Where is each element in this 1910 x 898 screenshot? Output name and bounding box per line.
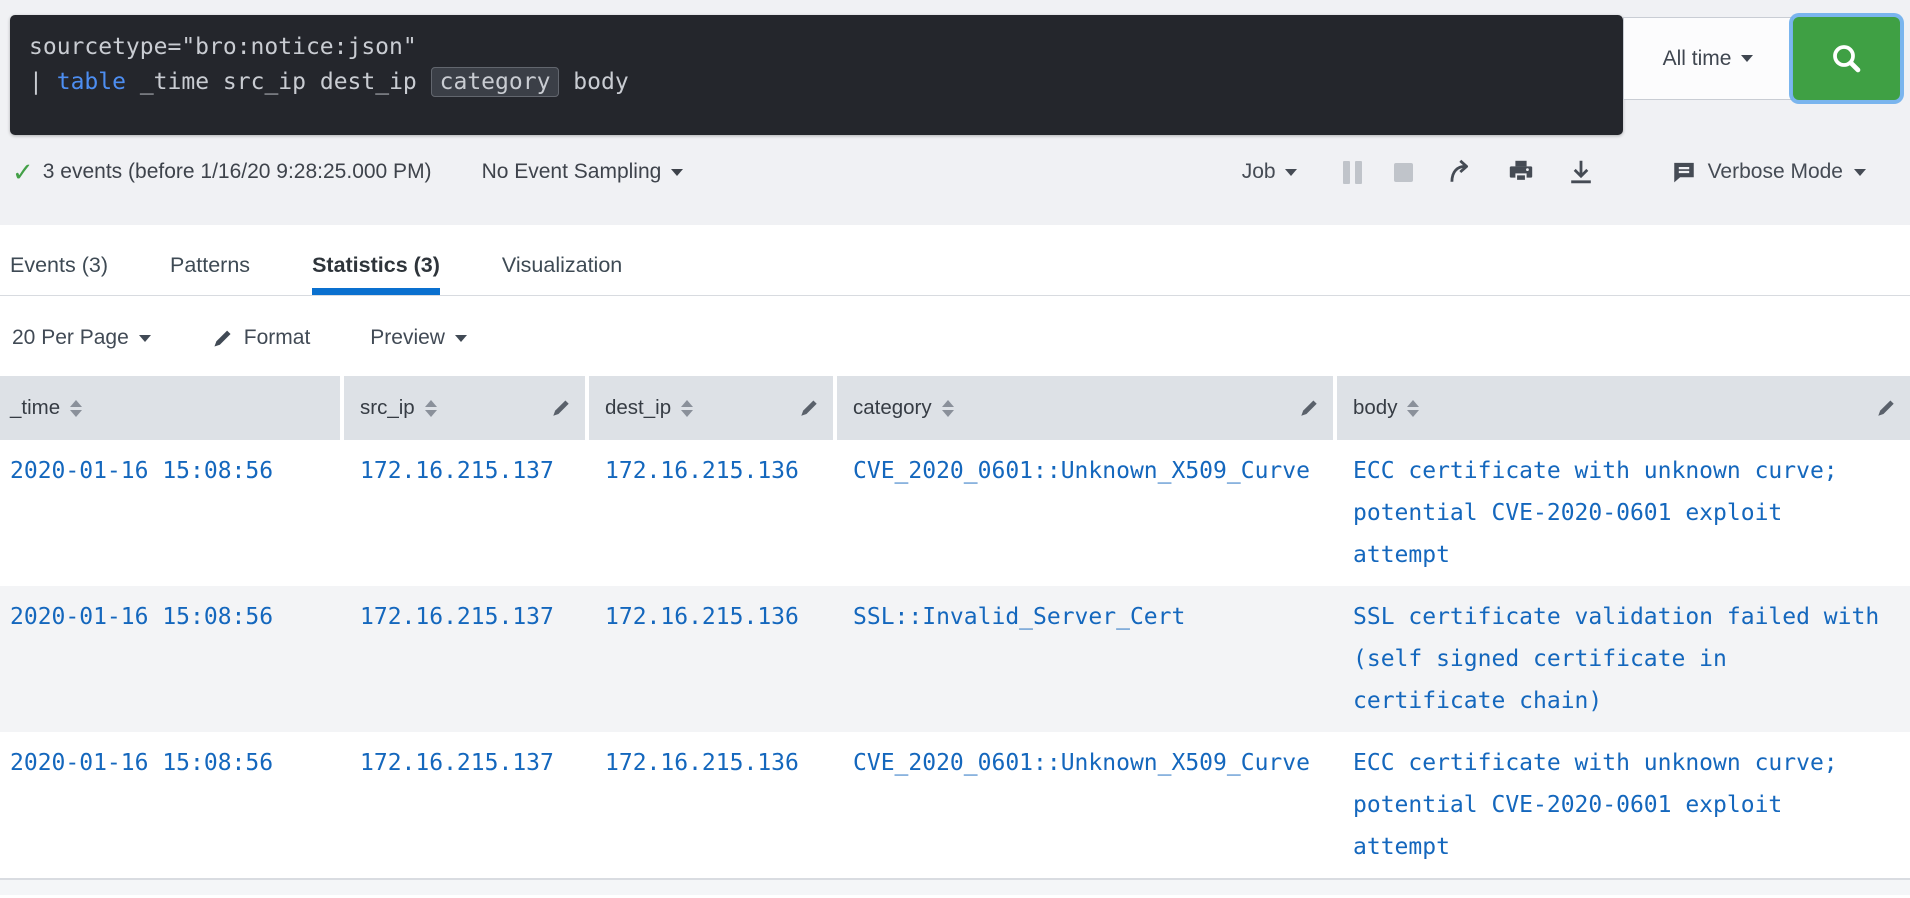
print-button[interactable] — [1507, 158, 1535, 186]
query-trailing: body — [573, 69, 628, 95]
search-mode-dropdown[interactable]: Verbose Mode — [1671, 159, 1866, 185]
cell-body[interactable]: SSL certificate validation failed with (… — [1337, 596, 1910, 722]
search-mode-label: Verbose Mode — [1708, 160, 1843, 184]
tab-patterns[interactable]: Patterns — [170, 253, 250, 295]
chevron-down-icon — [139, 335, 151, 342]
job-controls: Job — [1242, 158, 1866, 186]
print-icon — [1507, 158, 1535, 186]
sort-icon[interactable] — [425, 400, 437, 417]
tab-statistics[interactable]: Statistics (3) — [312, 253, 440, 295]
result-summary: 3 events (before 1/16/20 9:28:25.000 PM) — [43, 160, 432, 184]
cell-time[interactable]: 2020-01-16 15:08:56 — [0, 596, 340, 722]
share-button[interactable] — [1447, 158, 1475, 186]
query-args: _time src_ip dest_ip — [140, 69, 417, 95]
pause-icon — [1343, 161, 1350, 184]
job-status-bar: ✓ 3 events (before 1/16/20 9:28:25.000 P… — [10, 149, 1900, 195]
tab-visualization[interactable]: Visualization — [502, 253, 622, 295]
time-range-label: All time — [1663, 47, 1732, 71]
column-label: category — [853, 396, 932, 420]
query-pipe: | — [29, 69, 43, 95]
cell-category[interactable]: CVE_2020_0601::Unknown_X509_Curve — [837, 450, 1333, 576]
column-header-body[interactable]: body — [1337, 376, 1910, 440]
search-icon — [1829, 41, 1865, 77]
cell-dest-ip[interactable]: 172.16.215.136 — [589, 450, 833, 576]
per-page-label: 20 Per Page — [12, 326, 129, 350]
chevron-down-icon — [671, 169, 683, 176]
stop-button[interactable] — [1394, 163, 1413, 182]
search-button[interactable] — [1793, 17, 1900, 100]
column-header-src-ip[interactable]: src_ip — [344, 376, 585, 440]
column-header-dest-ip[interactable]: dest_ip — [589, 376, 833, 440]
tab-events[interactable]: Events (3) — [10, 253, 108, 295]
query-line1: sourcetype="bro:notice:json" — [29, 34, 417, 60]
chevron-down-icon — [455, 335, 467, 342]
sort-icon[interactable] — [681, 400, 693, 417]
cell-time[interactable]: 2020-01-16 15:08:56 — [0, 450, 340, 576]
edit-column-icon[interactable] — [1298, 397, 1320, 419]
event-sampling-dropdown[interactable]: No Event Sampling — [482, 160, 684, 184]
cell-dest-ip[interactable]: 172.16.215.136 — [589, 596, 833, 722]
query-keyword: table — [57, 69, 126, 95]
preview-label: Preview — [370, 326, 445, 350]
results-tabs: Events (3) Patterns Statistics (3) Visua… — [0, 225, 1910, 296]
results-table-header: _time src_ip dest_ip category body — [0, 376, 1910, 440]
share-icon — [1447, 158, 1475, 186]
format-button[interactable]: Format — [211, 326, 311, 350]
job-menu-label: Job — [1242, 160, 1276, 184]
search-query-input[interactable]: sourcetype="bro:notice:json" | table _tim… — [10, 15, 1623, 135]
cell-src-ip[interactable]: 172.16.215.137 — [344, 450, 585, 576]
event-sampling-label: No Event Sampling — [482, 160, 662, 184]
per-page-dropdown[interactable]: 20 Per Page — [12, 326, 151, 350]
check-icon: ✓ — [12, 159, 34, 185]
cell-time[interactable]: 2020-01-16 15:08:56 — [0, 742, 340, 868]
edit-column-icon[interactable] — [550, 397, 572, 419]
chevron-down-icon — [1741, 55, 1753, 62]
job-menu[interactable]: Job — [1242, 160, 1297, 184]
sort-icon[interactable] — [70, 400, 82, 417]
table-bottom-divider — [0, 878, 1910, 895]
pause-button[interactable] — [1343, 161, 1362, 184]
query-selected-token[interactable]: category — [431, 67, 560, 97]
download-icon — [1567, 158, 1595, 186]
table-row: 2020-01-16 15:08:56 172.16.215.137 172.1… — [0, 586, 1910, 732]
column-label: dest_ip — [605, 396, 671, 420]
cell-body[interactable]: ECC certificate with unknown curve; pote… — [1337, 450, 1910, 576]
time-range-picker[interactable]: All time — [1623, 17, 1793, 100]
pencil-icon — [211, 327, 234, 350]
table-row: 2020-01-16 15:08:56 172.16.215.137 172.1… — [0, 440, 1910, 586]
cell-category[interactable]: CVE_2020_0601::Unknown_X509_Curve — [837, 742, 1333, 868]
export-button[interactable] — [1567, 158, 1595, 186]
table-row: 2020-01-16 15:08:56 172.16.215.137 172.1… — [0, 732, 1910, 878]
cell-src-ip[interactable]: 172.16.215.137 — [344, 596, 585, 722]
sort-icon[interactable] — [1407, 400, 1419, 417]
cell-category[interactable]: SSL::Invalid_Server_Cert — [837, 596, 1333, 722]
cell-dest-ip[interactable]: 172.16.215.136 — [589, 742, 833, 868]
edit-column-icon[interactable] — [798, 397, 820, 419]
column-header-time[interactable]: _time — [0, 376, 340, 440]
chevron-down-icon — [1854, 169, 1866, 176]
column-label: src_ip — [360, 396, 415, 420]
cell-body[interactable]: ECC certificate with unknown curve; pote… — [1337, 742, 1910, 868]
column-label: _time — [10, 396, 60, 420]
search-bar: sourcetype="bro:notice:json" | table _tim… — [10, 15, 1900, 135]
sort-icon[interactable] — [942, 400, 954, 417]
preview-dropdown[interactable]: Preview — [370, 326, 467, 350]
format-label: Format — [244, 326, 311, 350]
cell-src-ip[interactable]: 172.16.215.137 — [344, 742, 585, 868]
verbose-mode-icon — [1671, 159, 1697, 185]
search-header-area: sourcetype="bro:notice:json" | table _tim… — [0, 0, 1910, 225]
statistics-toolbar: 20 Per Page Format Preview — [0, 296, 1910, 376]
chevron-down-icon — [1285, 169, 1297, 176]
column-header-category[interactable]: category — [837, 376, 1333, 440]
column-label: body — [1353, 396, 1397, 420]
edit-column-icon[interactable] — [1875, 397, 1897, 419]
